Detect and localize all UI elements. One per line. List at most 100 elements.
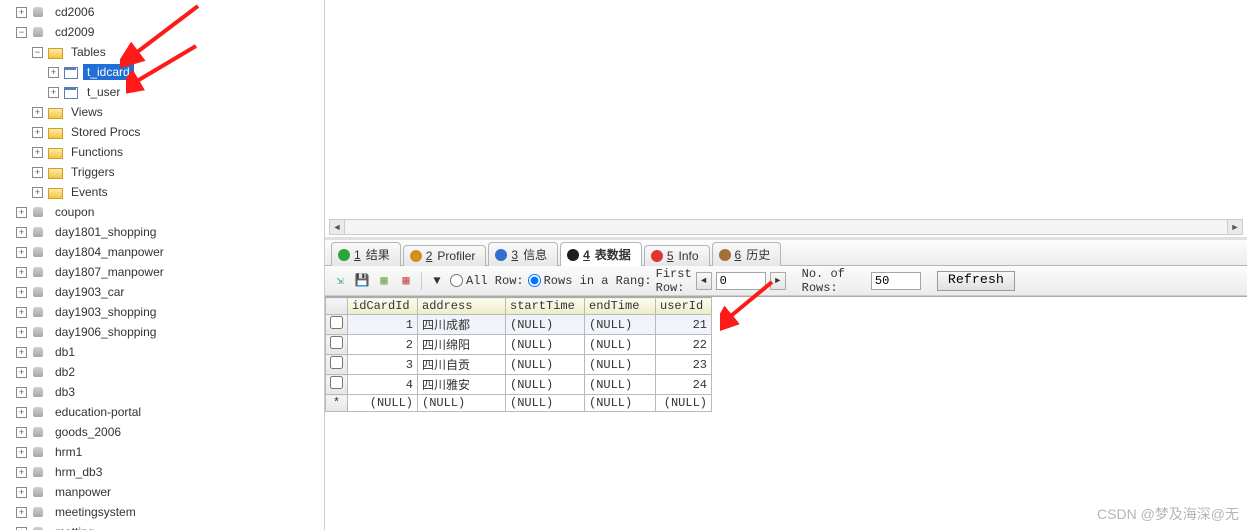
db-node[interactable]: +db3 (16, 382, 324, 402)
cell[interactable]: 22 (656, 335, 712, 355)
cell[interactable]: 4 (348, 375, 418, 395)
db-node[interactable]: +day1801_shopping (16, 222, 324, 242)
cell[interactable]: 23 (656, 355, 712, 375)
expand-icon[interactable]: + (16, 407, 27, 418)
expand-icon[interactable]: + (16, 467, 27, 478)
cell[interactable]: (NULL) (418, 395, 506, 412)
db-node-cd2009[interactable]: − cd2009 (16, 22, 324, 42)
column-header[interactable]: startTime (506, 298, 585, 315)
expand-icon[interactable]: + (16, 427, 27, 438)
prev-page-button[interactable]: ◄ (696, 272, 712, 290)
table-node-t_idcard[interactable]: + t_idcard (48, 62, 324, 82)
cell[interactable]: (NULL) (348, 395, 418, 412)
new-row-marker[interactable]: * (326, 395, 348, 412)
expand-icon[interactable]: + (16, 287, 27, 298)
expand-icon[interactable]: + (16, 307, 27, 318)
cell[interactable]: 四川绵阳 (418, 335, 506, 355)
db-node[interactable]: +hrm1 (16, 442, 324, 462)
table-data-grid[interactable]: idCardId address startTime endTime userI… (325, 296, 1247, 412)
folder-stored-procs[interactable]: +Stored Procs (32, 122, 324, 142)
db-node[interactable]: +hrm_db3 (16, 462, 324, 482)
tab-信息[interactable]: 3信息 (488, 242, 558, 266)
expand-icon[interactable]: + (32, 127, 43, 138)
cell[interactable]: 四川自贡 (418, 355, 506, 375)
row-header-corner[interactable] (326, 298, 348, 315)
column-header[interactable]: address (418, 298, 506, 315)
expand-icon[interactable]: + (16, 387, 27, 398)
cell[interactable]: 2 (348, 335, 418, 355)
expand-icon[interactable]: + (32, 187, 43, 198)
cell[interactable]: (NULL) (585, 375, 656, 395)
all-rows-radio[interactable]: All Row: (450, 274, 524, 288)
expand-icon[interactable]: + (32, 147, 43, 158)
cell[interactable]: (NULL) (585, 335, 656, 355)
tab-历史[interactable]: 6历史 (712, 242, 782, 266)
expand-icon[interactable]: + (16, 347, 27, 358)
row-selector[interactable] (326, 335, 348, 355)
row-selector[interactable] (326, 355, 348, 375)
expand-icon[interactable]: + (32, 107, 43, 118)
db-node[interactable]: +manpower (16, 482, 324, 502)
export-icon[interactable]: ⇲ (331, 272, 349, 290)
column-header[interactable]: idCardId (348, 298, 418, 315)
expand-icon[interactable]: + (16, 447, 27, 458)
folder-tables[interactable]: − Tables (32, 42, 324, 62)
tab-表数据[interactable]: 4表数据 (560, 242, 642, 266)
expand-icon[interactable]: + (16, 267, 27, 278)
rows-range-radio[interactable]: Rows in a Rang: (528, 274, 652, 288)
db-node[interactable]: +day1903_car (16, 282, 324, 302)
cell[interactable]: 四川雅安 (418, 375, 506, 395)
db-node[interactable]: +db1 (16, 342, 324, 362)
grid-delete-icon[interactable]: ▦ (397, 272, 415, 290)
tab-结果[interactable]: 1结果 (331, 242, 401, 266)
expand-icon[interactable]: + (32, 167, 43, 178)
scroll-right-icon[interactable]: ► (1227, 220, 1242, 234)
cell[interactable]: 3 (348, 355, 418, 375)
row-selector[interactable] (326, 315, 348, 335)
folder-functions[interactable]: +Functions (32, 142, 324, 162)
tab-Profiler[interactable]: 2Profiler (403, 245, 487, 266)
first-row-input[interactable] (716, 272, 766, 290)
cell[interactable]: 四川成都 (418, 315, 506, 335)
cell[interactable]: (NULL) (506, 355, 585, 375)
cell[interactable]: (NULL) (585, 395, 656, 412)
column-header[interactable]: endTime (585, 298, 656, 315)
folder-triggers[interactable]: +Triggers (32, 162, 324, 182)
expand-icon[interactable]: + (16, 487, 27, 498)
db-node[interactable]: +education-portal (16, 402, 324, 422)
cell[interactable]: (NULL) (506, 315, 585, 335)
horizontal-scrollbar[interactable]: ◄ ► (329, 219, 1243, 235)
cell[interactable]: 1 (348, 315, 418, 335)
scroll-left-icon[interactable]: ◄ (330, 220, 345, 234)
row-selector[interactable] (326, 375, 348, 395)
folder-views[interactable]: +Views (32, 102, 324, 122)
db-node[interactable]: +goods_2006 (16, 422, 324, 442)
grid-add-icon[interactable]: ▦ (375, 272, 393, 290)
expand-icon[interactable]: + (16, 207, 27, 218)
expand-icon[interactable]: + (16, 227, 27, 238)
filter-icon[interactable]: ▼ (428, 272, 446, 290)
db-node[interactable]: +meetingsystem (16, 502, 324, 522)
cell[interactable]: (NULL) (585, 315, 656, 335)
cell[interactable]: (NULL) (585, 355, 656, 375)
query-editor-area[interactable]: ◄ ► (325, 0, 1247, 240)
db-node[interactable]: +day1903_shopping (16, 302, 324, 322)
column-header[interactable]: userId (656, 298, 712, 315)
next-page-button[interactable]: ► (770, 272, 786, 290)
limit-input[interactable] (871, 272, 921, 290)
expand-icon[interactable]: + (48, 87, 59, 98)
object-browser[interactable]: + cd2006 − cd2009 − (0, 0, 325, 530)
save-icon[interactable]: 💾 (353, 272, 371, 290)
db-node[interactable]: +coupon (16, 202, 324, 222)
expand-icon[interactable]: + (16, 327, 27, 338)
db-node[interactable]: +day1906_shopping (16, 322, 324, 342)
folder-events[interactable]: +Events (32, 182, 324, 202)
cell[interactable]: 21 (656, 315, 712, 335)
cell[interactable]: (NULL) (506, 375, 585, 395)
collapse-icon[interactable]: − (32, 47, 43, 58)
db-node[interactable]: +db2 (16, 362, 324, 382)
table-node-t_user[interactable]: + t_user (48, 82, 324, 102)
db-node[interactable]: +metting (16, 522, 324, 530)
collapse-icon[interactable]: − (16, 27, 27, 38)
db-node[interactable]: +day1804_manpower (16, 242, 324, 262)
